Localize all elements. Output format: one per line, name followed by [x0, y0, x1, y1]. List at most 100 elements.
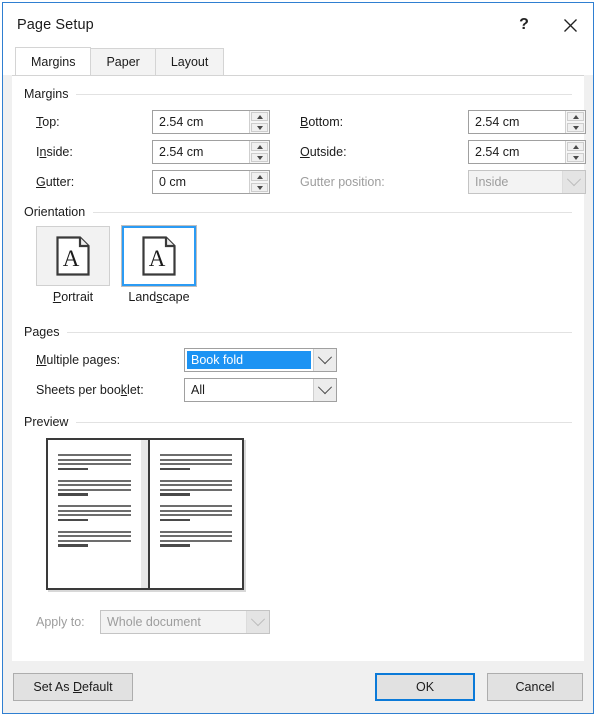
- multiple-pages-value: Book fold: [187, 351, 311, 369]
- preview-text-line: [58, 484, 131, 486]
- landscape-page-icon: A: [142, 236, 176, 276]
- inside-margin-spin-buttons[interactable]: [249, 141, 269, 163]
- group-divider: [93, 211, 572, 213]
- preview-text-line: [159, 539, 232, 542]
- apply-to-row: Apply to: Whole document: [36, 610, 270, 634]
- portrait-label: Portrait: [52, 290, 94, 304]
- chevron-down-icon[interactable]: [246, 611, 269, 633]
- sheets-per-booklet-dropdown[interactable]: All: [184, 378, 337, 402]
- orientation-group-title: Orientation: [24, 205, 86, 219]
- outside-margin-spin-buttons[interactable]: [565, 141, 585, 163]
- preview-text-line: [58, 488, 131, 491]
- spinner-up-icon[interactable]: [567, 112, 584, 121]
- preview-left-page: [48, 440, 141, 588]
- portrait-button[interactable]: A: [36, 226, 110, 286]
- orientation-group: Orientation: [24, 204, 572, 220]
- multiple-pages-dropdown[interactable]: Book fold: [184, 348, 337, 372]
- inside-margin-input[interactable]: [153, 141, 249, 163]
- top-margin-row: Top:: [36, 110, 270, 134]
- preview-text-line: [58, 479, 131, 482]
- tab-paper[interactable]: Paper: [90, 48, 156, 75]
- spinner-up-icon[interactable]: [251, 142, 268, 151]
- gutter-position-dropdown[interactable]: Inside: [468, 170, 586, 194]
- preview-text-line-short: [159, 467, 190, 470]
- preview-text-line: [159, 509, 232, 512]
- tab-layout[interactable]: Layout: [154, 48, 225, 75]
- preview-group-header: Preview: [24, 414, 572, 430]
- outside-margin-input[interactable]: [469, 141, 565, 163]
- spinner-down-icon[interactable]: [251, 123, 268, 132]
- preview-text-line: [58, 535, 131, 537]
- margins-group-header: Margins: [24, 86, 572, 102]
- top-margin-spin-buttons[interactable]: [249, 111, 269, 133]
- orientation-portrait-option[interactable]: A Portrait: [36, 226, 110, 304]
- preview-text-line: [159, 514, 232, 516]
- multiple-pages-label: Multiple pages:: [36, 353, 121, 367]
- gutter-spin-buttons[interactable]: [249, 171, 269, 193]
- gutter-spinner[interactable]: [152, 170, 270, 194]
- landscape-button[interactable]: A: [121, 225, 197, 287]
- preview-group: Preview: [24, 414, 572, 430]
- bottom-margin-spinner[interactable]: [468, 110, 586, 134]
- spinner-up-icon[interactable]: [567, 142, 584, 151]
- gutter-position-label: Gutter position:: [300, 175, 385, 189]
- preview-text-line-short: [159, 493, 190, 496]
- preview-text-line: [159, 458, 232, 461]
- preview-text-line: [58, 505, 131, 507]
- title-bar-buttons: ?: [501, 3, 593, 47]
- bottom-margin-spin-buttons[interactable]: [565, 111, 585, 133]
- outside-margin-row: Outside:: [300, 140, 586, 164]
- page-preview: [46, 438, 244, 590]
- page-setup-dialog: Page Setup ? Margins Paper Layout Margin…: [2, 2, 594, 714]
- inside-margin-spinner[interactable]: [152, 140, 270, 164]
- chevron-down-icon[interactable]: [313, 379, 336, 401]
- set-as-default-button[interactable]: Set As Default: [13, 673, 133, 701]
- spinner-down-icon[interactable]: [251, 153, 268, 162]
- preview-text-line: [159, 505, 232, 507]
- tab-margins[interactable]: Margins: [15, 47, 92, 75]
- preview-paragraph: [58, 479, 131, 499]
- preview-text-line: [159, 484, 232, 486]
- preview-paragraph: [159, 530, 232, 550]
- pages-group-header: Pages: [24, 324, 572, 340]
- spinner-down-icon[interactable]: [567, 153, 584, 162]
- spinner-up-icon[interactable]: [251, 172, 268, 181]
- close-icon[interactable]: [547, 3, 593, 47]
- apply-to-dropdown[interactable]: Whole document: [100, 610, 270, 634]
- tab-paper-label: Paper: [106, 55, 140, 69]
- title-bar: Page Setup ?: [3, 3, 593, 47]
- gutter-input[interactable]: [153, 171, 249, 193]
- margins-group-title: Margins: [24, 87, 69, 101]
- margins-tab-panel: Margins Top: Bottom:: [12, 75, 586, 661]
- preview-paragraph: [159, 479, 232, 499]
- ok-button[interactable]: OK: [375, 673, 475, 701]
- chevron-down-icon[interactable]: [313, 349, 336, 371]
- top-margin-spinner[interactable]: [152, 110, 270, 134]
- preview-text-line: [159, 535, 232, 537]
- preview-right-page: [150, 440, 243, 588]
- orientation-landscape-option[interactable]: A Landscape: [121, 225, 197, 304]
- preview-paragraph: [58, 530, 131, 550]
- preview-text-line: [159, 479, 232, 482]
- tab-layout-label: Layout: [170, 55, 209, 69]
- preview-text-line: [58, 514, 131, 516]
- gutter-position-value: Inside: [475, 175, 509, 189]
- gutter-position-row: Gutter position: Inside: [300, 170, 586, 194]
- top-margin-input[interactable]: [153, 111, 249, 133]
- chevron-down-icon[interactable]: [562, 171, 585, 193]
- multiple-pages-row: Multiple pages: Book fold: [36, 348, 337, 372]
- sheets-per-booklet-value: All: [191, 383, 205, 397]
- spinner-up-icon[interactable]: [251, 112, 268, 121]
- spinner-down-icon[interactable]: [567, 123, 584, 132]
- help-icon[interactable]: ?: [501, 3, 547, 47]
- preview-text-line-short: [58, 467, 89, 470]
- sheets-per-booklet-label: Sheets per booklet:: [36, 383, 144, 397]
- outside-margin-label: Outside:: [300, 145, 347, 159]
- pages-group: Pages: [24, 324, 572, 340]
- preview-text-line: [58, 458, 131, 461]
- outside-margin-spinner[interactable]: [468, 140, 586, 164]
- bottom-margin-input[interactable]: [469, 111, 565, 133]
- spinner-down-icon[interactable]: [251, 183, 268, 192]
- cancel-button[interactable]: Cancel: [487, 673, 583, 701]
- top-margin-label: Top:: [36, 115, 60, 129]
